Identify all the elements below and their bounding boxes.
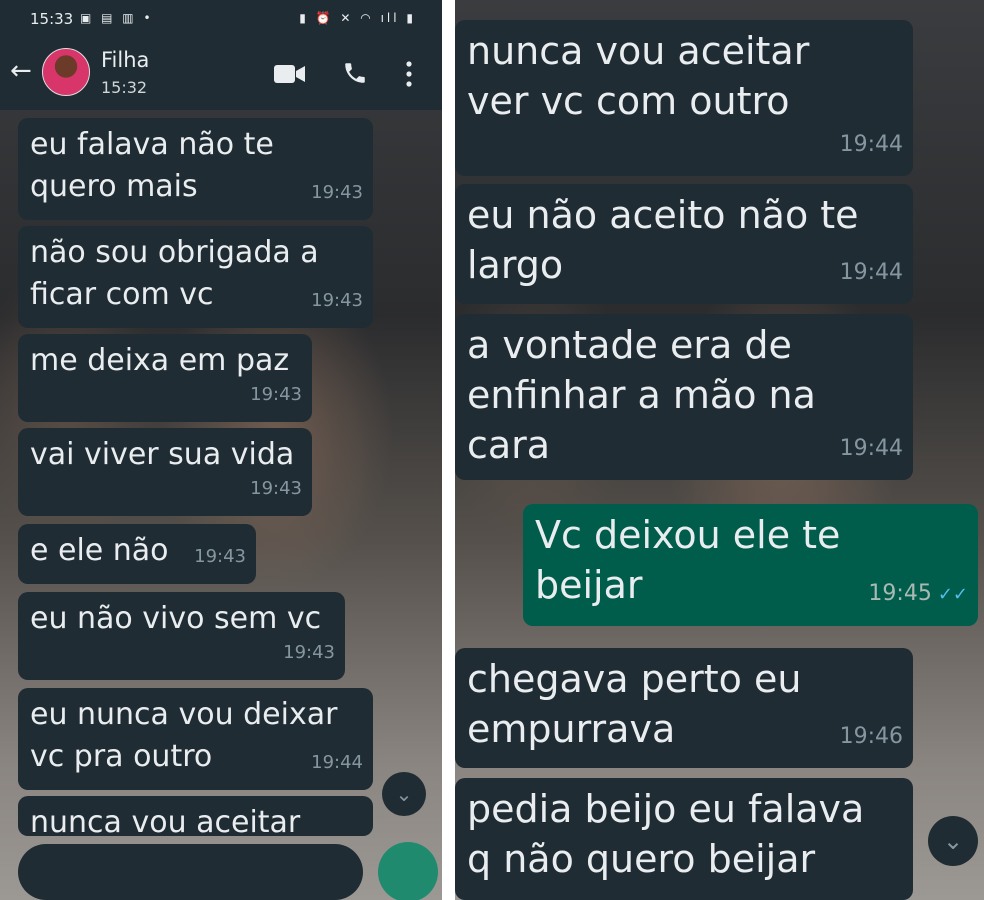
contact-name[interactable]: Filha xyxy=(101,48,149,72)
message-time: 19:43 xyxy=(311,290,363,311)
message-text: pedia beijo eu falava q não quero beijar xyxy=(467,787,865,881)
status-time: 15:33 xyxy=(30,10,74,28)
message-time: 19:43 xyxy=(250,478,302,499)
message-time: 19:43 xyxy=(311,182,363,203)
message-time: 19:44 xyxy=(311,752,363,773)
right-screenshot-panel: nunca vou aceitar ver vc com outro 19:44… xyxy=(455,0,984,900)
incoming-message-bubble[interactable]: e ele não 19:43 xyxy=(18,524,256,584)
incoming-message-bubble[interactable]: a vontade era de enfinhar a mão na cara … xyxy=(455,314,913,480)
incoming-message-bubble[interactable]: nunca vou aceitar ver vc com outro 19:44 xyxy=(455,20,913,176)
incoming-message-bubble[interactable]: me deixa em paz 19:43 xyxy=(18,334,312,422)
incoming-message-bubble[interactable]: nunca vou aceitar xyxy=(18,796,373,836)
incoming-message-bubble[interactable]: eu não vivo sem vc 19:43 xyxy=(18,592,345,680)
message-text: a vontade era de enfinhar a mão na cara xyxy=(467,323,816,467)
left-screenshot-panel: 15:33 ▣ ▤ ▥ • ▮ ⏰ ✕ ◠ ıll ▮ ← Filha 15:3… xyxy=(0,0,442,900)
message-time: 19:43 xyxy=(250,384,302,405)
message-text: chegava perto eu empurrava xyxy=(467,657,802,751)
message-time-value: 19:45 xyxy=(868,581,932,606)
message-text: eu não aceito não te largo xyxy=(467,193,859,287)
outgoing-message-bubble[interactable]: Vc deixou ele te beijar 19:45 ✓✓ xyxy=(523,504,978,626)
message-text: nunca vou aceitar ver vc com outro xyxy=(467,29,810,123)
scroll-to-bottom-button[interactable]: ⌄ xyxy=(928,816,978,866)
message-time: 19:43 xyxy=(194,546,246,567)
read-receipt-icon: ✓✓ xyxy=(937,584,968,605)
video-call-icon[interactable] xyxy=(274,63,306,85)
incoming-message-bubble[interactable]: eu não aceito não te largo 19:44 xyxy=(455,184,913,304)
incoming-message-bubble[interactable]: pedia beijo eu falava q não quero beijar xyxy=(455,778,913,900)
incoming-message-bubble[interactable]: eu falava não te quero mais 19:43 xyxy=(18,118,373,220)
incoming-message-bubble[interactable]: não sou obrigada a ficar com vc 19:43 xyxy=(18,226,373,328)
incoming-message-bubble[interactable]: vai viver sua vida 19:43 xyxy=(18,428,312,516)
back-arrow-icon[interactable]: ← xyxy=(10,58,32,84)
message-time: 19:44 xyxy=(839,260,903,285)
incoming-message-bubble[interactable]: chegava perto eu empurrava 19:46 xyxy=(455,648,913,768)
message-time: 19:43 xyxy=(283,642,335,663)
chat-header: ← Filha 15:32 xyxy=(0,36,442,110)
status-bar: 15:33 ▣ ▤ ▥ • ▮ ⏰ ✕ ◠ ıll ▮ xyxy=(0,0,442,36)
message-time: 19:45 ✓✓ xyxy=(868,569,968,620)
avatar[interactable] xyxy=(42,48,90,96)
system-status-icons: ▮ ⏰ ✕ ◠ ıll ▮ xyxy=(299,11,416,25)
voice-call-icon[interactable] xyxy=(342,60,368,86)
message-input[interactable] xyxy=(18,844,363,900)
mic-button[interactable] xyxy=(378,842,438,900)
message-text: nunca vou aceitar xyxy=(30,805,301,836)
message-time: 19:44 xyxy=(839,132,903,157)
incoming-message-bubble[interactable]: eu nunca vou deixar vc pra outro 19:44 xyxy=(18,688,373,790)
contact-last-seen: 15:32 xyxy=(101,78,148,97)
more-options-icon[interactable] xyxy=(404,60,414,88)
scroll-to-bottom-button[interactable]: ⌄ xyxy=(382,772,426,816)
message-time: 19:44 xyxy=(839,436,903,461)
notification-icons: ▣ ▤ ▥ • xyxy=(80,11,154,25)
message-time: 19:46 xyxy=(839,724,903,749)
